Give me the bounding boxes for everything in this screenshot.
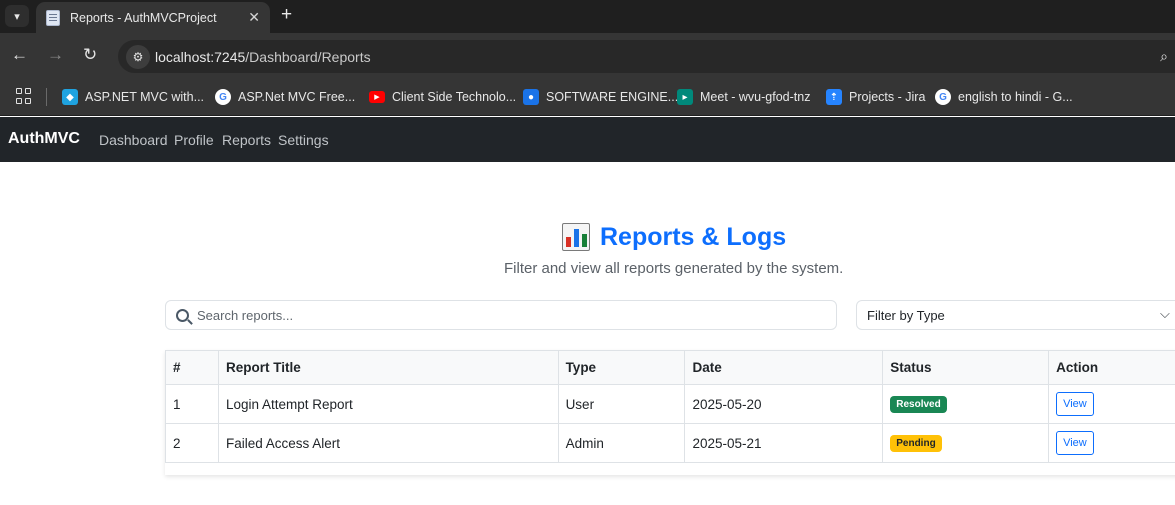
cell-type: Admin [557,423,686,463]
chevron-down-icon: ▾ [14,10,20,23]
bookmark-label: Client Side Technolo... [392,90,517,104]
cell-action: View [1048,423,1175,463]
filter-selected-value: Filter by Type [867,307,945,323]
nav-link-profile[interactable]: Profile [174,132,214,148]
cell-type: User [557,384,686,424]
status-badge: Resolved [890,396,947,413]
column-header-action: Action [1048,350,1175,385]
forward-arrow-icon[interactable]: → [47,45,64,65]
page-heading: Reports & Logs [562,220,786,254]
bookmark-aspnet-mvc-free[interactable]: G ASP.Net MVC Free... [215,88,355,106]
browser-tabstrip: ▾ Reports - AuthMVCProject ✕ + [0,0,1175,33]
bookmark-label: ASP.Net MVC Free... [238,90,356,104]
page-subtitle: Filter and view all reports generated by… [504,260,844,277]
site-info-icon[interactable]: ⚙ [126,45,150,69]
nav-link-dashboard[interactable]: Dashboard [99,132,168,148]
search-icon [176,308,189,322]
column-header-date: Date [684,350,884,385]
brand-logo[interactable]: AuthMVC [8,130,80,148]
close-icon[interactable]: ✕ [248,9,260,26]
chevron-down-icon: ⌵ [1160,306,1170,321]
meet-icon: ▸ [677,89,693,105]
bookmark-label: ASP.NET MVC with... [85,90,205,104]
bookmark-label: Meet - wvu-gfod-tnz [700,90,811,104]
view-button[interactable]: View [1056,431,1094,455]
url-path: /Dashboard/Reports [245,49,371,65]
tab-search-button[interactable]: ▾ [5,5,29,27]
classroom-icon: ● [523,89,539,105]
jira-icon: ⇡ [826,89,842,105]
apps-grid-icon[interactable] [16,88,32,104]
bookmark-software-engine[interactable]: ● SOFTWARE ENGINE... [523,88,678,106]
cell-title: Failed Access Alert [217,423,559,463]
view-button[interactable]: View [1056,392,1094,416]
nav-link-reports[interactable]: Reports [222,132,271,148]
cell-number: 2 [165,423,219,463]
table-header-row: # Report Title Type Date Status Action [165,350,1175,385]
status-badge: Pending [890,435,942,452]
tab-title: Reports - AuthMVCProject [70,10,217,25]
bookmark-label: english to hindi - G... [958,90,1073,104]
cell-date: 2025-05-21 [684,423,884,463]
bookmarks-divider [46,88,47,106]
browser-tab-active[interactable]: Reports - AuthMVCProject ✕ [36,2,270,33]
google-icon: G [215,89,231,105]
browser-toolbar: ← → ↻ ⚙ localhost:7245/Dashboard/Reports… [0,33,1175,77]
page-title: Reports & Logs [600,222,787,251]
cell-status: Pending [882,423,1050,463]
bookmark-jira[interactable]: ⇡ Projects - Jira [826,88,925,106]
app-navbar: AuthMVC Dashboard Profile Reports Settin… [0,117,1175,162]
url-host: localhost:7245 [155,49,246,65]
column-header-type: Type [557,350,686,385]
reports-table-container: # Report Title Type Date Status Action 1… [165,350,1175,475]
youtube-icon: ▶ [369,91,385,103]
page-favicon-icon [46,9,60,26]
url-text[interactable]: localhost:7245/Dashboard/Reports [155,49,371,65]
column-header-status: Status [882,350,1050,385]
bar-chart-icon [562,223,590,251]
bookmark-english-hindi[interactable]: G english to hindi - G... [935,88,1073,106]
cell-action: View [1048,384,1175,424]
bookmarks-bar: ◆ ASP.NET MVC with... G ASP.Net MVC Free… [0,77,1175,116]
nav-link-settings[interactable]: Settings [278,132,329,148]
bookmark-client-side[interactable]: ▶ Client Side Technolo... [369,88,516,106]
bookmark-meet[interactable]: ▸ Meet - wvu-gfod-tnz [677,88,810,106]
cell-status: Resolved [882,384,1050,424]
search-input[interactable] [197,307,797,323]
new-tab-button[interactable]: + [281,4,292,26]
layers-icon: ◆ [62,89,78,105]
reload-icon[interactable]: ↻ [83,45,97,65]
column-header-number: # [165,350,219,385]
zoom-icon[interactable]: ⌕ [1160,48,1168,65]
column-header-title: Report Title [217,350,559,385]
cell-number: 1 [165,384,219,424]
table-row: 1 Login Attempt Report User 2025-05-20 R… [165,384,1175,424]
bookmark-label: SOFTWARE ENGINE... [546,90,679,104]
bookmark-aspnet-mvc[interactable]: ◆ ASP.NET MVC with... [62,88,204,106]
reports-table: # Report Title Type Date Status Action 1… [165,350,1175,463]
filter-type-select[interactable]: Filter by Type ⌵ [856,300,1175,330]
search-box[interactable] [165,300,837,330]
table-row: 2 Failed Access Alert Admin 2025-05-21 P… [165,423,1175,463]
google-icon: G [935,89,951,105]
address-bar[interactable]: ⚙ localhost:7245/Dashboard/Reports ⌕ [118,40,1175,73]
cell-date: 2025-05-20 [684,384,884,424]
cell-title: Login Attempt Report [217,384,559,424]
bookmark-label: Projects - Jira [849,90,926,104]
back-arrow-icon[interactable]: ← [11,45,28,65]
